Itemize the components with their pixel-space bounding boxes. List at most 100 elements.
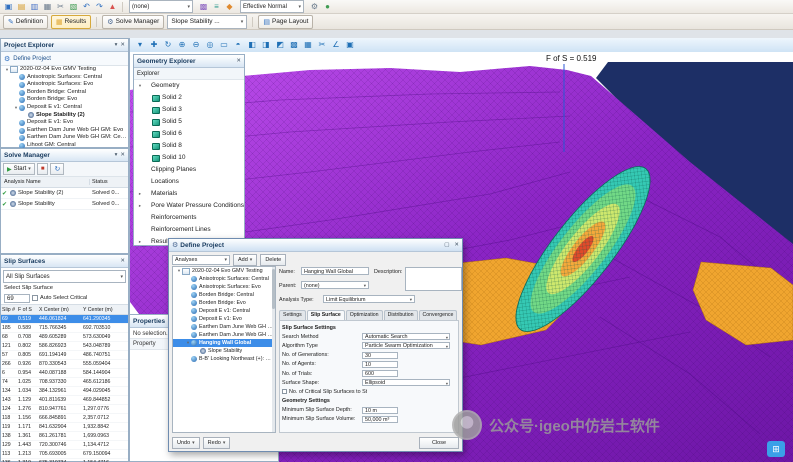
pan-icon[interactable]: ✚ <box>147 39 161 51</box>
analysis-row[interactable]: ✔ Slope Stability (2) Solved 0... <box>1 188 128 199</box>
delete-button[interactable]: Delete <box>260 254 287 266</box>
dialog-tab[interactable]: Settings <box>279 310 306 320</box>
view-side-icon[interactable]: ◨ <box>259 39 273 51</box>
dialog-restore-icon[interactable]: ▢ <box>444 242 449 248</box>
field-control[interactable]: 10 m <box>362 406 398 414</box>
tree-item[interactable]: Slope Stability (2) <box>1 112 128 120</box>
results-button[interactable]: ▦ Results <box>50 14 92 29</box>
tree-item[interactable]: Deposit E v1: Evo <box>1 119 128 127</box>
save-icon[interactable]: ▥ <box>28 1 41 12</box>
panel-menu-icon[interactable]: ▾ <box>115 152 118 158</box>
dialog-tab[interactable]: Optimization <box>345 310 383 320</box>
field-control[interactable]: 30 <box>362 351 398 359</box>
help-icon[interactable]: ● <box>321 1 334 12</box>
screenshot-icon[interactable]: ▣ <box>343 39 357 51</box>
tree-item[interactable]: Earthen Dam June Web GH GM: Evo <box>173 323 275 331</box>
tree-item[interactable]: Earthen Dam June Web GH GM: Central <box>1 134 128 142</box>
slip-surface-number-input[interactable]: 69 <box>4 293 30 303</box>
tree-item[interactable]: Solid 3 <box>134 104 244 116</box>
panel-menu-icon[interactable]: ▾ <box>115 42 118 48</box>
slip-row[interactable]: 118 1.156 666.845891 2,357.0712 <box>1 414 128 423</box>
slip-row[interactable]: 121 0.802 586.826923 543.048789 <box>1 342 128 351</box>
tree-scrollbar[interactable] <box>272 267 275 432</box>
palette-icon[interactable]: ◆ <box>223 1 236 12</box>
tree-item[interactable]: Slope Stability <box>173 347 275 355</box>
tree-item[interactable]: Borden Bridge: Central <box>1 89 128 97</box>
layers-icon[interactable]: ≡ <box>210 1 223 12</box>
scrollbar-thumb[interactable] <box>272 269 275 309</box>
description-input[interactable] <box>405 267 462 291</box>
tree-item[interactable]: ▸ Materials <box>134 188 244 200</box>
tree-item[interactable]: Anisotropic Surfaces: Central <box>173 275 275 283</box>
slip-row[interactable]: 57 0.805 691.194149 486.740751 <box>1 351 128 360</box>
analysis-row[interactable]: ✔ Slope Stability Solved 0... <box>1 199 128 210</box>
chart-icon[interactable]: ▲ <box>106 1 119 12</box>
slip-surface-filter-dropdown[interactable]: All Slip Surfaces ▾ <box>3 270 126 283</box>
tree-item[interactable]: ▾ Deposit E v1: Central <box>1 104 128 112</box>
view-front-icon[interactable]: ◧ <box>245 39 259 51</box>
tree-item[interactable]: Earthen Dam June Web GH GM: Central <box>173 331 275 339</box>
tree-item[interactable]: Deposit E v1: Evo <box>173 315 275 323</box>
tree-item[interactable]: Solid 10 <box>134 152 244 164</box>
tree-item[interactable]: Anisotropic Surfaces: Central <box>1 74 128 82</box>
checkbox[interactable] <box>282 389 287 395</box>
start-button[interactable]: ▶ Start ▾ <box>3 163 35 175</box>
select-arrow-icon[interactable]: ▾ <box>133 39 147 51</box>
dialog-tab[interactable]: Convergence <box>418 310 458 320</box>
redo-icon[interactable]: ↷ <box>93 1 106 12</box>
tree-item[interactable]: ▾ 2020-02-04 Evo GMV Testing <box>1 66 128 74</box>
tree-item[interactable]: Locations <box>134 176 244 188</box>
tree-item[interactable]: Borden Bridge: Central <box>173 291 275 299</box>
slip-row[interactable]: 119 1.171 841.632904 1,932.8842 <box>1 423 128 432</box>
print-icon[interactable]: ▦ <box>41 1 54 12</box>
tree-item[interactable]: ▾ 2020-02-04 Evo GMV Testing <box>173 267 275 275</box>
tree-item[interactable]: Anisotropic Surfaces: Evo <box>173 283 275 291</box>
view-top-icon[interactable]: ◓ <box>231 39 245 51</box>
tree-item[interactable]: Solid 2 <box>134 92 244 104</box>
corner-app-icon[interactable]: ⊞ <box>767 441 785 457</box>
field-control[interactable]: 50,000 m³ <box>362 415 398 423</box>
column-analysis-name[interactable]: Analysis Name <box>1 179 89 185</box>
slip-row[interactable]: 134 1.034 384.132961 494.029045 <box>1 387 128 396</box>
tree-item[interactable]: Solid 5 <box>134 116 244 128</box>
slip-row[interactable]: 143 1.129 401.811639 469.844852 <box>1 396 128 405</box>
undo-button[interactable]: Undo ▾ <box>172 436 200 449</box>
field-control[interactable]: Automatic Search <box>362 333 450 341</box>
slip-row[interactable]: 68 0.708 489.605289 573.630049 <box>1 333 128 342</box>
tree-item[interactable]: ▸ Pore Water Pressure Conditions <box>134 200 244 212</box>
wireframe-view-icon[interactable]: ▦ <box>301 39 315 51</box>
slip-row[interactable]: 266 0.926 870.330543 555.059404 <box>1 360 128 369</box>
measure-icon[interactable]: ∠ <box>329 39 343 51</box>
zoom-window-icon[interactable]: ▭ <box>217 39 231 51</box>
tree-item[interactable]: Anisotropic Surfaces: Evo <box>1 81 128 89</box>
define-project-button[interactable]: ⚙ Define Project <box>1 52 128 66</box>
tree-item[interactable]: Reinforcements <box>134 212 244 224</box>
clip-icon[interactable]: ✂ <box>315 39 329 51</box>
name-input[interactable]: Hanging Wall Global <box>301 267 369 275</box>
panel-close-icon[interactable]: ✕ <box>120 42 125 48</box>
column-x-center[interactable]: X Center (m) <box>38 307 82 313</box>
tree-item[interactable]: ▾ Hanging Wall Global <box>173 339 275 347</box>
column-status[interactable]: Status <box>89 179 128 185</box>
tree-item[interactable]: Solid 8 <box>134 140 244 152</box>
grid-icon[interactable]: ▩ <box>197 1 210 12</box>
slip-row[interactable]: 129 1.443 720.300746 1,134.4712 <box>1 441 128 450</box>
stop-button[interactable]: ■ <box>36 163 49 175</box>
cut-icon[interactable]: ✂ <box>54 1 67 12</box>
panel-close-icon[interactable]: ✕ <box>120 152 125 158</box>
zoom-out-icon[interactable]: ⊖ <box>189 39 203 51</box>
parent-dropdown[interactable]: (none) <box>301 281 369 289</box>
page-layout-button[interactable]: ▤ Page Layout <box>258 14 314 29</box>
slip-row[interactable]: 6 0.954 440.087188 584.144904 <box>1 369 128 378</box>
analysis-type-dropdown[interactable]: Limit Equilibrium <box>323 295 415 303</box>
slip-row[interactable]: 113 1.213 705.693005 679.150094 <box>1 450 128 459</box>
open-folder-icon[interactable]: ▤ <box>15 1 28 12</box>
dialog-tab[interactable]: Distribution <box>383 310 418 320</box>
slip-row[interactable]: 138 1.361 861.261781 1,699.0963 <box>1 432 128 441</box>
column-fos[interactable]: F of S <box>17 307 38 313</box>
panel-close-icon[interactable]: ✕ <box>120 258 125 264</box>
slip-row[interactable]: 185 0.589 715.766345 692.703510 <box>1 324 128 333</box>
tree-item[interactable]: B-B' Looking Northeast (+): GMT <box>173 355 275 363</box>
dialog-tab[interactable]: Slip Surface <box>306 310 345 320</box>
add-button[interactable]: Add ▾ <box>233 254 258 266</box>
